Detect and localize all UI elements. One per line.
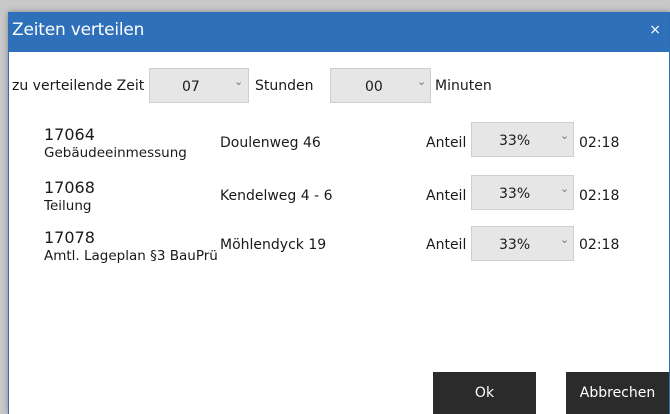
share-dropdown[interactable]: 33% ⌄ <box>471 122 574 157</box>
job-address: Möhlendyck 19 <box>220 237 327 253</box>
job-time: 02:18 <box>579 135 620 151</box>
chevron-down-icon: ⌄ <box>560 182 570 195</box>
close-icon[interactable]: × <box>649 22 661 38</box>
minutes-unit-label: Minuten <box>435 78 492 94</box>
share-label: Anteil <box>426 237 467 253</box>
job-description: Amtl. Lageplan §3 BauPrü <box>44 248 218 264</box>
hours-unit-label: Stunden <box>255 78 314 94</box>
job-number: 17078 <box>44 228 95 247</box>
job-number: 17068 <box>44 178 95 197</box>
job-time: 02:18 <box>579 188 620 204</box>
share-dropdown[interactable]: 33% ⌄ <box>471 226 574 261</box>
title-bar: Zeiten verteilen × <box>9 12 669 52</box>
job-description: Gebäudeeinmessung <box>44 145 187 161</box>
dialog-title: Zeiten verteilen <box>12 20 145 40</box>
share-label: Anteil <box>426 188 467 204</box>
chevron-down-icon: ⌄ <box>234 75 244 88</box>
minutes-dropdown[interactable]: 00 ⌄ <box>330 68 431 103</box>
share-value: 33% <box>499 186 531 202</box>
ok-button[interactable]: Ok <box>433 372 536 414</box>
minutes-value: 00 <box>365 79 383 95</box>
hours-dropdown[interactable]: 07 ⌄ <box>149 68 249 103</box>
chevron-down-icon: ⌄ <box>560 233 570 246</box>
job-description: Teilung <box>44 198 92 214</box>
hours-value: 07 <box>182 79 200 95</box>
cancel-button[interactable]: Abbrechen <box>566 372 669 414</box>
job-number: 17064 <box>44 125 95 144</box>
share-label: Anteil <box>426 135 467 151</box>
chevron-down-icon: ⌄ <box>417 75 427 88</box>
distribute-time-dialog: Zeiten verteilen × zu verteilende Zeit 0… <box>8 12 670 414</box>
job-address: Doulenweg 46 <box>220 135 321 151</box>
job-address: Kendelweg 4 - 6 <box>220 188 333 204</box>
share-value: 33% <box>499 133 531 149</box>
share-dropdown[interactable]: 33% ⌄ <box>471 175 574 210</box>
time-to-distribute-label: zu verteilende Zeit <box>12 78 145 94</box>
job-time: 02:18 <box>579 237 620 253</box>
share-value: 33% <box>499 237 531 253</box>
chevron-down-icon: ⌄ <box>560 129 570 142</box>
